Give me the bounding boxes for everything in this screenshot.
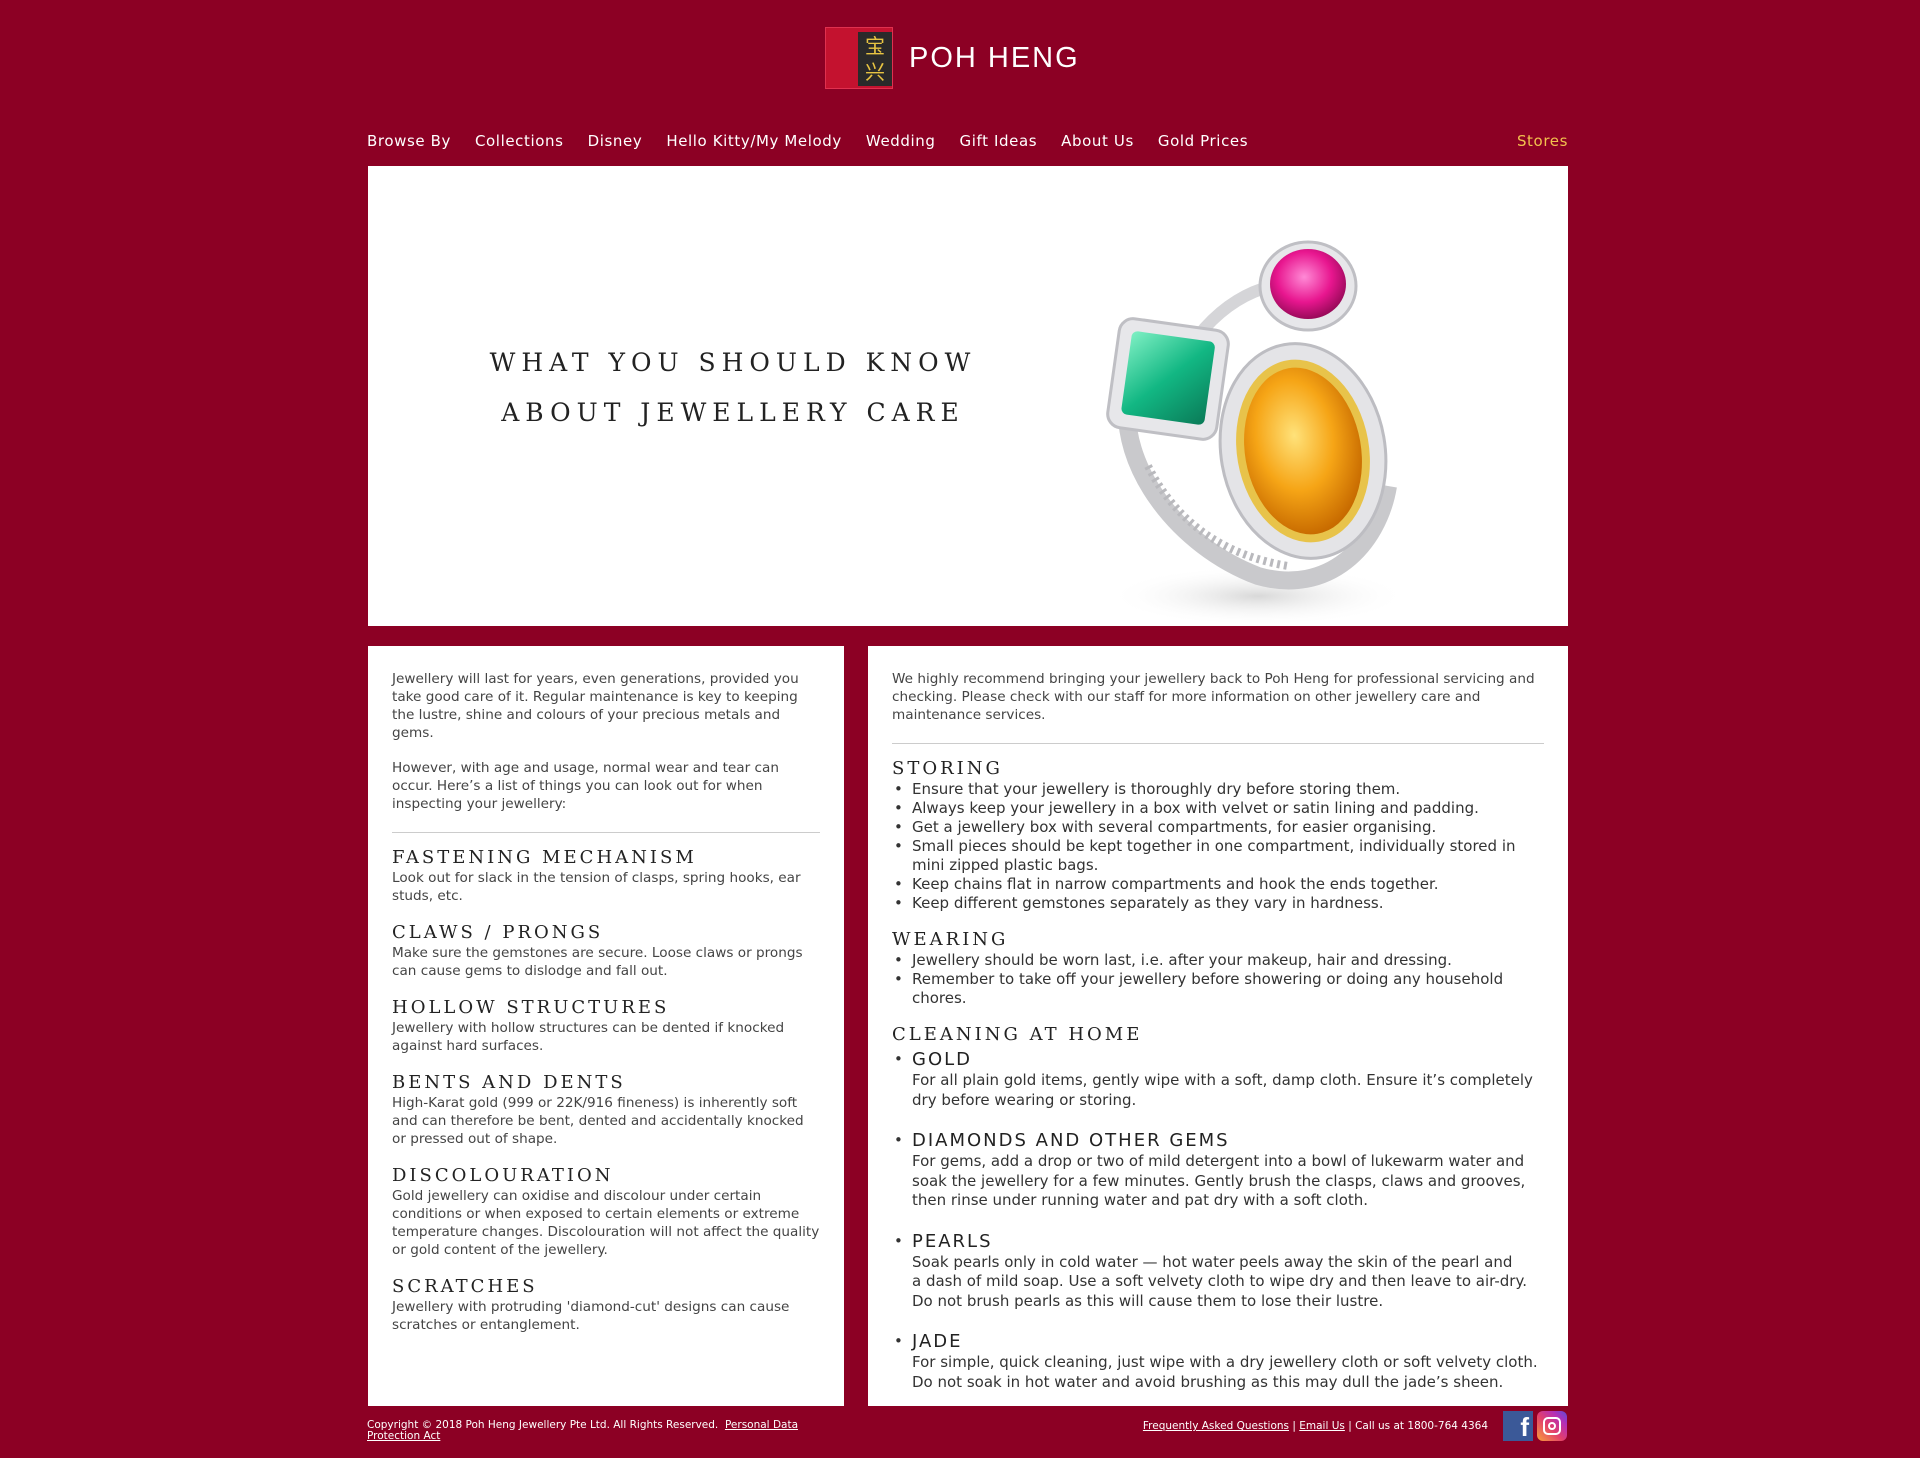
list-item: Get a jewellery box with several compart…: [892, 818, 1544, 837]
facebook-icon[interactable]: f: [1503, 1411, 1533, 1441]
nav-gift-ideas[interactable]: Gift Ideas: [960, 132, 1038, 150]
cleaning-item-title: DIAMONDS AND OTHER GEMS: [912, 1130, 1230, 1151]
list-item: Keep different gemstones separately as t…: [892, 894, 1544, 913]
inspection-item-title: FASTENING MECHANISM: [392, 847, 697, 868]
inspection-item-title: CLAWS / PRONGS: [392, 922, 604, 943]
inspection-item-fastening: FASTENING MECHANISM Look out for slack i…: [392, 847, 820, 905]
nav-gold-prices[interactable]: Gold Prices: [1158, 132, 1248, 150]
inspection-item-text: Jewellery with protruding 'diamond-cut' …: [392, 1299, 790, 1333]
nav-wedding[interactable]: Wedding: [866, 132, 936, 150]
logo-glyph-bottom: 兴: [865, 60, 885, 84]
inspection-item-text: Look out for slack in the tension of cla…: [392, 870, 801, 904]
inspection-item-text: High-Karat gold (999 or 22K/916 fineness…: [392, 1095, 804, 1147]
instagram-icon[interactable]: [1537, 1411, 1567, 1441]
cleaning-item-text: Soak pearls only in cold water — hot wat…: [912, 1252, 1527, 1310]
call-text: | Call us at 1800-764 4364: [1348, 1420, 1488, 1432]
inspection-item-title: HOLLOW STRUCTURES: [392, 997, 670, 1018]
nav-collections[interactable]: Collections: [475, 132, 564, 150]
gemstone-rings-image: [1106, 240, 1408, 626]
inspection-item-title: BENTS AND DENTS: [392, 1072, 626, 1093]
list-item: Jewellery should be worn last, i.e. afte…: [892, 951, 1544, 970]
cleaning-item-title: PEARLS: [912, 1230, 993, 1252]
intro-paragraph-2: However, with age and usage, normal wear…: [392, 760, 779, 812]
inspection-item-discolouration: DISCOLOURATION Gold jewellery can oxidis…: [392, 1165, 820, 1259]
inspection-item-scratches: SCRATCHES Jewellery with protruding 'dia…: [392, 1276, 820, 1334]
hero-title-line-1: WHAT YOU SHOULD KNOW: [489, 348, 977, 377]
logo-glyph-top: 宝: [865, 34, 885, 58]
main-nav: Browse By Collections Disney Hello Kitty…: [367, 132, 1568, 150]
care-intro: We highly recommend bringing your jewell…: [892, 670, 1544, 744]
inspection-intro: Jewellery will last for years, even gene…: [392, 670, 820, 833]
hero-title-line-2: ABOUT JEWELLERY CARE: [501, 398, 965, 427]
hero-banner: WHAT YOU SHOULD KNOW ABOUT JEWELLERY CAR…: [368, 166, 1568, 626]
inspection-item-title: SCRATCHES: [392, 1276, 538, 1297]
faq-link[interactable]: Frequently Asked Questions: [1143, 1420, 1289, 1432]
cleaning-item-title: GOLD: [912, 1049, 973, 1070]
brand-logo[interactable]: 宝 兴 POH HENG: [825, 27, 1080, 89]
storing-list: Ensure that your jewellery is thoroughly…: [892, 780, 1544, 913]
intro-paragraph-1: Jewellery will last for years, even gene…: [392, 671, 799, 741]
inspection-item-text: Jewellery with hollow structures can be …: [392, 1020, 785, 1054]
cleaning-item-pearls: PEARLS Soak pearls only in cold water — …: [892, 1230, 1544, 1312]
logo-mark: 宝 兴: [825, 27, 893, 89]
inspection-panel: Jewellery will last for years, even gene…: [368, 646, 844, 1406]
cleaning-item-jade: JADE For simple, quick cleaning, just wi…: [892, 1332, 1544, 1392]
cleaning-title: CLEANING AT HOME: [892, 1024, 1143, 1045]
storing-title: STORING: [892, 758, 1003, 779]
cleaning-item-text: For all plain gold items, gently wipe wi…: [912, 1071, 1533, 1109]
cleaning-item-gold: GOLD For all plain gold items, gently wi…: [892, 1050, 1544, 1110]
nav-stores[interactable]: Stores: [1517, 132, 1568, 150]
social-links: f: [1503, 1411, 1567, 1441]
list-item: Small pieces should be kept together in …: [892, 837, 1544, 875]
footer-separator: |: [1292, 1420, 1296, 1432]
nav-hello-kitty[interactable]: Hello Kitty/My Melody: [666, 132, 842, 150]
list-item: Ensure that your jewellery is thoroughly…: [892, 780, 1544, 799]
inspection-item-title: DISCOLOURATION: [392, 1165, 614, 1186]
inspection-item-bents: BENTS AND DENTS High-Karat gold (999 or …: [392, 1072, 820, 1148]
hero-title: WHAT YOU SHOULD KNOW ABOUT JEWELLERY CAR…: [468, 338, 998, 438]
list-item: Always keep your jewellery in a box with…: [892, 799, 1544, 818]
cleaning-item-diamonds: DIAMONDS AND OTHER GEMS For gems, add a …: [892, 1131, 1544, 1211]
inspection-item-text: Make sure the gemstones are secure. Loos…: [392, 945, 803, 979]
brand-name: POH HENG: [909, 41, 1080, 74]
nav-about-us[interactable]: About Us: [1061, 132, 1134, 150]
nav-browse-by[interactable]: Browse By: [367, 132, 451, 150]
footer-contact-block: Frequently Asked Questions | Email Us | …: [1143, 1420, 1488, 1432]
email-link[interactable]: Email Us: [1299, 1420, 1345, 1432]
logo-glyphs: 宝 兴: [858, 32, 892, 86]
list-item: Keep chains flat in narrow compartments …: [892, 875, 1544, 894]
inspection-item-claws: CLAWS / PRONGS Make sure the gemstones a…: [392, 922, 820, 980]
inspection-item-hollow: HOLLOW STRUCTURES Jewellery with hollow …: [392, 997, 820, 1055]
list-item: Remember to take off your jewellery befo…: [892, 970, 1544, 1008]
cleaning-item-text: For simple, quick cleaning, just wipe wi…: [912, 1353, 1538, 1391]
wearing-title: WEARING: [892, 929, 1009, 950]
care-panel: We highly recommend bringing your jewell…: [868, 646, 1568, 1406]
footer-copyright-block: Copyright © 2018 Poh Heng Jewellery Pte …: [367, 1420, 837, 1442]
wearing-list: Jewellery should be worn last, i.e. afte…: [892, 951, 1544, 1008]
cleaning-item-title: JADE: [912, 1331, 963, 1352]
care-intro-paragraph: We highly recommend bringing your jewell…: [892, 671, 1535, 723]
cleaning-list: GOLD For all plain gold items, gently wi…: [892, 1050, 1544, 1392]
inspection-item-text: Gold jewellery can oxidise and discolour…: [392, 1188, 820, 1258]
cleaning-item-text: For gems, add a drop or two of mild dete…: [912, 1152, 1526, 1209]
nav-disney[interactable]: Disney: [588, 132, 643, 150]
